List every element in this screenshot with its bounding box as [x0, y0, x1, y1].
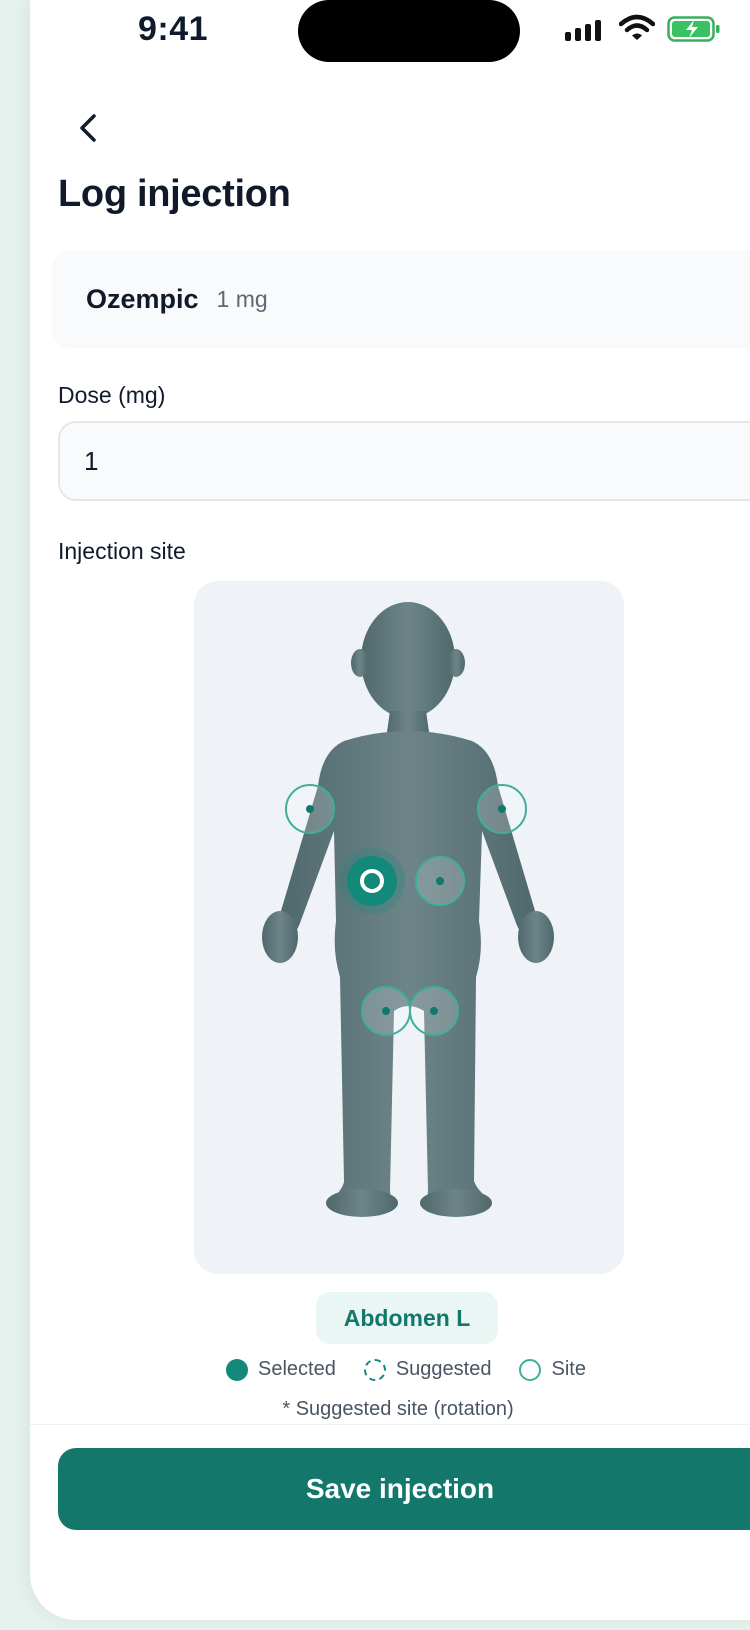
phone-screen: 9:41 Log injection Ozempic 1 mg Dose (mg… — [30, 0, 750, 1620]
legend-site: Site — [519, 1358, 586, 1381]
medication-name: Ozempic — [86, 283, 199, 314]
legend-site-label: Site — [551, 1358, 586, 1380]
selected-dot-icon — [226, 1358, 248, 1381]
legend-selected-label: Selected — [258, 1358, 336, 1380]
medication-dose: 1 mg — [216, 285, 268, 312]
site-marker-thigh-right[interactable] — [361, 986, 411, 1036]
site-marker-arm-left[interactable] — [477, 784, 527, 834]
back-chevron-icon[interactable] — [70, 106, 106, 150]
injection-site-label: Injection site — [58, 538, 186, 564]
site-ring-icon — [519, 1358, 542, 1381]
legend-selected: Selected — [226, 1358, 336, 1381]
body-figure-illustration — [262, 602, 554, 1217]
rotation-footnote: * Suggested site (rotation) — [282, 1398, 514, 1420]
wifi-icon — [619, 14, 655, 40]
selected-site-chip: Abdomen L — [316, 1292, 498, 1344]
status-time: 9:41 — [138, 10, 209, 48]
dose-label: Dose (mg) — [58, 382, 166, 408]
dynamic-island — [298, 0, 520, 62]
dose-input[interactable] — [58, 421, 750, 501]
save-injection-button[interactable]: Save injection — [58, 1448, 750, 1530]
site-marker-thigh-left[interactable] — [409, 986, 459, 1036]
site-legend: Selected Suggested Site — [226, 1358, 586, 1381]
page-title: Log injection — [58, 173, 291, 215]
suggested-dashed-circle-icon — [363, 1358, 386, 1381]
medication-card[interactable]: Ozempic 1 mg — [52, 250, 750, 348]
status-bar: 9:41 — [30, 0, 750, 66]
legend-suggested-label: Suggested — [395, 1358, 492, 1380]
site-marker-arm-right[interactable] — [285, 784, 335, 834]
footer-divider — [30, 1424, 750, 1425]
site-marker-abdomen-left[interactable] — [347, 856, 397, 906]
site-marker-abdomen-right[interactable] — [415, 856, 465, 906]
battery-charging-icon — [667, 16, 720, 42]
legend-suggested: Suggested — [363, 1358, 492, 1381]
body-map-panel — [194, 581, 624, 1274]
cellular-signal-icon — [565, 20, 601, 41]
